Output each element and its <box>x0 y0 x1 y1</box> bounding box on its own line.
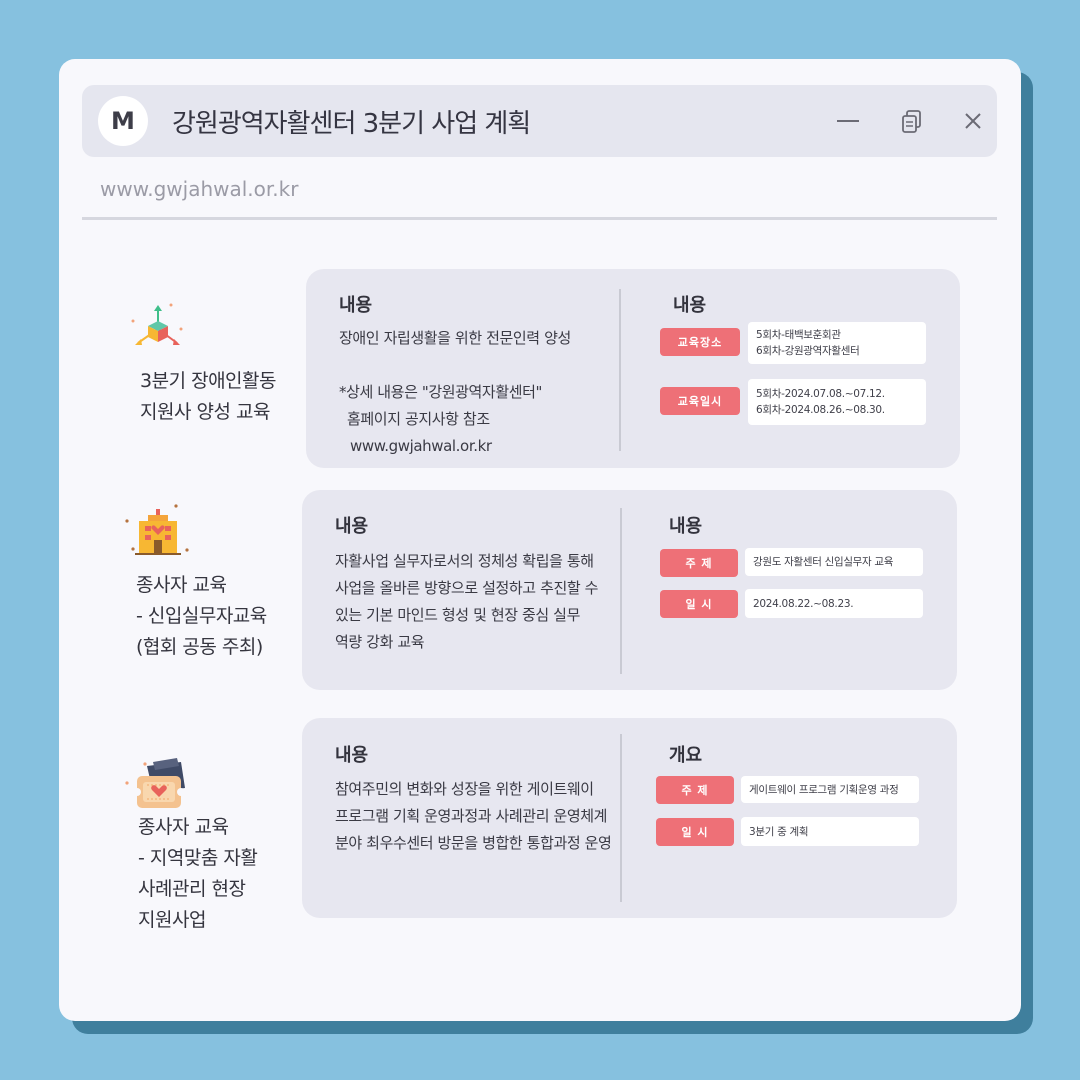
card-heading: 내용 <box>339 295 373 316</box>
card-description: 자활사업 실무자로서의 정체성 확립을 통해 사업을 올바른 방향으로 설정하고… <box>335 552 599 651</box>
card-description: 장애인 자립생활을 위한 전문인력 양성 *상세 내용은 "강원광역자활센터" … <box>339 329 571 455</box>
card-divider <box>619 289 621 451</box>
value-datetime: 5회차-2024.07.08.~07.12. 6회차-2024.08.26.~0… <box>748 379 926 425</box>
card-heading: 개요 <box>669 745 703 766</box>
card-heading: 내용 <box>335 745 369 766</box>
section-label-2: 종사자 교육 - 신입실무자교육 (협회 공동 주최) <box>136 574 267 658</box>
building-icon <box>125 504 189 555</box>
url-link[interactable]: www.gwjahwal.or.kr <box>100 177 298 201</box>
title-bar: M 강원광역자활센터 3분기 사업 계획 <box>82 85 997 157</box>
section-label-1: 3분기 장애인활동 지원사 양성 교육 <box>140 370 277 423</box>
close-icon[interactable] <box>959 107 987 135</box>
card-heading: 내용 <box>669 516 703 537</box>
app-window: M 강원광역자활센터 3분기 사업 계획 www.gwjahwal.or.kr <box>59 59 1021 1021</box>
url-divider <box>82 217 997 220</box>
section-card-3: 내용 참여주민의 변화와 성장을 위한 게이트웨이 프로그램 기획 운영과정과 … <box>302 718 957 918</box>
app-logo: M <box>98 96 148 146</box>
card-heading: 내용 <box>673 295 707 316</box>
value-topic: 게이트웨이 프로그램 기획운영 과정 <box>741 776 919 803</box>
value-location: 5회차-태백보훈회관 6회차-강원광역자활센터 <box>748 322 926 364</box>
card-heading: 내용 <box>335 516 369 537</box>
tag-datetime: 교육일시 <box>660 387 740 415</box>
minimize-icon[interactable] <box>834 107 862 135</box>
card-description: 참여주민의 변화와 성장을 위한 게이트웨이 프로그램 기획 운영과정과 사례관… <box>335 780 612 852</box>
tag-datetime: 일 시 <box>656 818 734 846</box>
tag-topic: 주 제 <box>660 549 738 577</box>
tag-datetime: 일 시 <box>660 590 738 618</box>
molecule-arrows-icon <box>131 303 183 345</box>
tag-location: 교육장소 <box>660 328 740 356</box>
value-datetime: 3분기 중 계획 <box>741 817 919 846</box>
page-title: 강원광역자활센터 3분기 사업 계획 <box>172 109 531 139</box>
heart-ticket-icon <box>125 758 185 808</box>
copy-icon[interactable] <box>898 107 926 135</box>
section-label-3: 종사자 교육 - 지역맞춤 자활 사례관리 현장 지원사업 <box>138 816 258 931</box>
tag-topic: 주 제 <box>656 776 734 804</box>
card-divider <box>620 508 622 674</box>
card-divider <box>620 734 622 902</box>
value-topic: 강원도 자활센터 신입실무자 교육 <box>745 548 923 576</box>
value-datetime: 2024.08.22.~08.23. <box>745 589 923 618</box>
section-card-2: 내용 자활사업 실무자로서의 정체성 확립을 통해 사업을 올바른 방향으로 설… <box>302 490 957 690</box>
section-card-1: 내용 장애인 자립생활을 위한 전문인력 양성 *상세 내용은 "강원광역자활센… <box>306 269 960 468</box>
